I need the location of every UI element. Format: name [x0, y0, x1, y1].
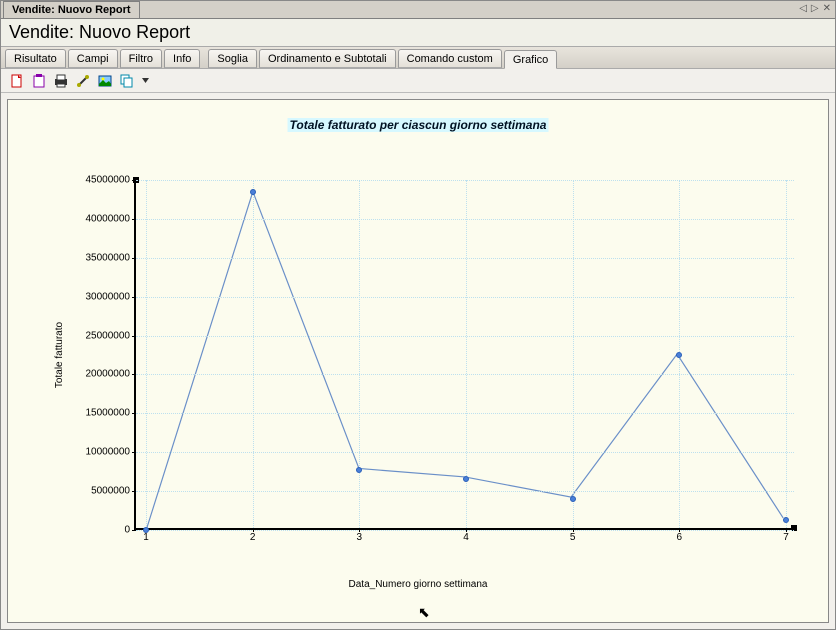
data-point [250, 189, 256, 195]
gridline-h [136, 258, 794, 259]
y-axis-label: Totale fatturato [54, 322, 65, 388]
x-tick-mark [359, 528, 360, 532]
x-axis-label: Data_Numero giorno settimana [349, 579, 488, 590]
window-tab-bar: Vendite: Nuovo Report ◁ ▷ ✕ [1, 1, 835, 19]
y-tick-mark [132, 530, 136, 531]
y-tick-mark [132, 336, 136, 337]
gridline-h [136, 491, 794, 492]
y-tick-label: 0 [124, 525, 130, 536]
report-window: Vendite: Nuovo Report ◁ ▷ ✕ Vendite: Nuo… [0, 0, 836, 630]
chart-panel: Totale fatturato per ciascun giorno sett… [7, 99, 829, 623]
data-point [570, 496, 576, 502]
y-tick-label: 15000000 [86, 408, 131, 419]
x-tick-label: 5 [570, 532, 576, 543]
x-tick-label: 1 [143, 532, 149, 543]
data-point [463, 476, 469, 482]
x-tick-mark [679, 528, 680, 532]
tab-close-icon[interactable]: ✕ [823, 3, 831, 14]
y-tick-mark [132, 374, 136, 375]
y-tick-label: 35000000 [86, 252, 131, 263]
x-tick-mark [573, 528, 574, 532]
tab-comando-custom[interactable]: Comando custom [398, 49, 502, 68]
dropdown-icon[interactable] [141, 73, 149, 89]
y-tick-label: 5000000 [91, 486, 130, 497]
x-tick-label: 7 [783, 532, 789, 543]
y-tick-mark [132, 297, 136, 298]
x-tick-label: 3 [357, 532, 363, 543]
gridline-h [136, 413, 794, 414]
gridline-v [786, 180, 787, 528]
x-tick-mark [466, 528, 467, 532]
x-tick-label: 2 [250, 532, 256, 543]
y-tick-mark [132, 258, 136, 259]
tab-grafico[interactable]: Grafico [504, 50, 557, 69]
y-tick-label: 40000000 [86, 213, 131, 224]
report-tabs: Risultato Campi Filtro Info Soglia Ordin… [1, 47, 835, 69]
tab-next-icon[interactable]: ▷ [811, 3, 819, 14]
gridline-v [253, 180, 254, 528]
chart-container: Totale fatturato per ciascun giorno sett… [1, 93, 835, 629]
y-tick-mark [132, 491, 136, 492]
page-title: Vendite: Nuovo Report [1, 19, 835, 47]
gridline-h [136, 180, 794, 181]
tab-info[interactable]: Info [164, 49, 200, 68]
tab-filtro[interactable]: Filtro [120, 49, 162, 68]
x-tick-mark [786, 528, 787, 532]
gridline-h [136, 452, 794, 453]
y-tick-label: 25000000 [86, 330, 131, 341]
data-point [783, 517, 789, 523]
gridline-v [359, 180, 360, 528]
gridline-v [573, 180, 574, 528]
y-tick-label: 20000000 [86, 369, 131, 380]
tab-campi[interactable]: Campi [68, 49, 118, 68]
gridline-h [136, 336, 794, 337]
y-tick-label: 30000000 [86, 291, 131, 302]
gridline-h [136, 219, 794, 220]
tools-icon[interactable] [75, 73, 91, 89]
y-tick-label: 10000000 [86, 447, 131, 458]
y-tick-mark [132, 413, 136, 414]
new-file-icon[interactable] [9, 73, 25, 89]
y-tick-mark [132, 180, 136, 181]
copy-icon[interactable] [119, 73, 135, 89]
y-tick-mark [132, 219, 136, 220]
data-point [143, 527, 149, 533]
tab-soglia[interactable]: Soglia [208, 49, 257, 68]
image-icon[interactable] [97, 73, 113, 89]
x-tick-label: 6 [677, 532, 683, 543]
toolbar [1, 69, 835, 93]
gridline-h [136, 374, 794, 375]
x-tick-label: 4 [463, 532, 469, 543]
gridline-h [136, 530, 794, 531]
x-tick-mark [253, 528, 254, 532]
gridline-v [146, 180, 147, 528]
cursor-icon: ⬉ [418, 604, 430, 621]
tab-ordinamento[interactable]: Ordinamento e Subtotali [259, 49, 396, 68]
window-tab[interactable]: Vendite: Nuovo Report [3, 1, 140, 18]
y-tick-mark [132, 452, 136, 453]
chart-title: Totale fatturato per ciascun giorno sett… [288, 118, 549, 132]
clipboard-icon[interactable] [31, 73, 47, 89]
gridline-h [136, 297, 794, 298]
tab-risultato[interactable]: Risultato [5, 49, 66, 68]
y-tick-label: 45000000 [86, 175, 131, 186]
print-icon[interactable] [53, 73, 69, 89]
chart-plot-area: 0500000010000000150000002000000025000000… [134, 180, 794, 530]
tab-prev-icon[interactable]: ◁ [799, 3, 807, 14]
data-point [676, 352, 682, 358]
data-point [356, 467, 362, 473]
window-tab-controls: ◁ ▷ ✕ [799, 3, 831, 14]
